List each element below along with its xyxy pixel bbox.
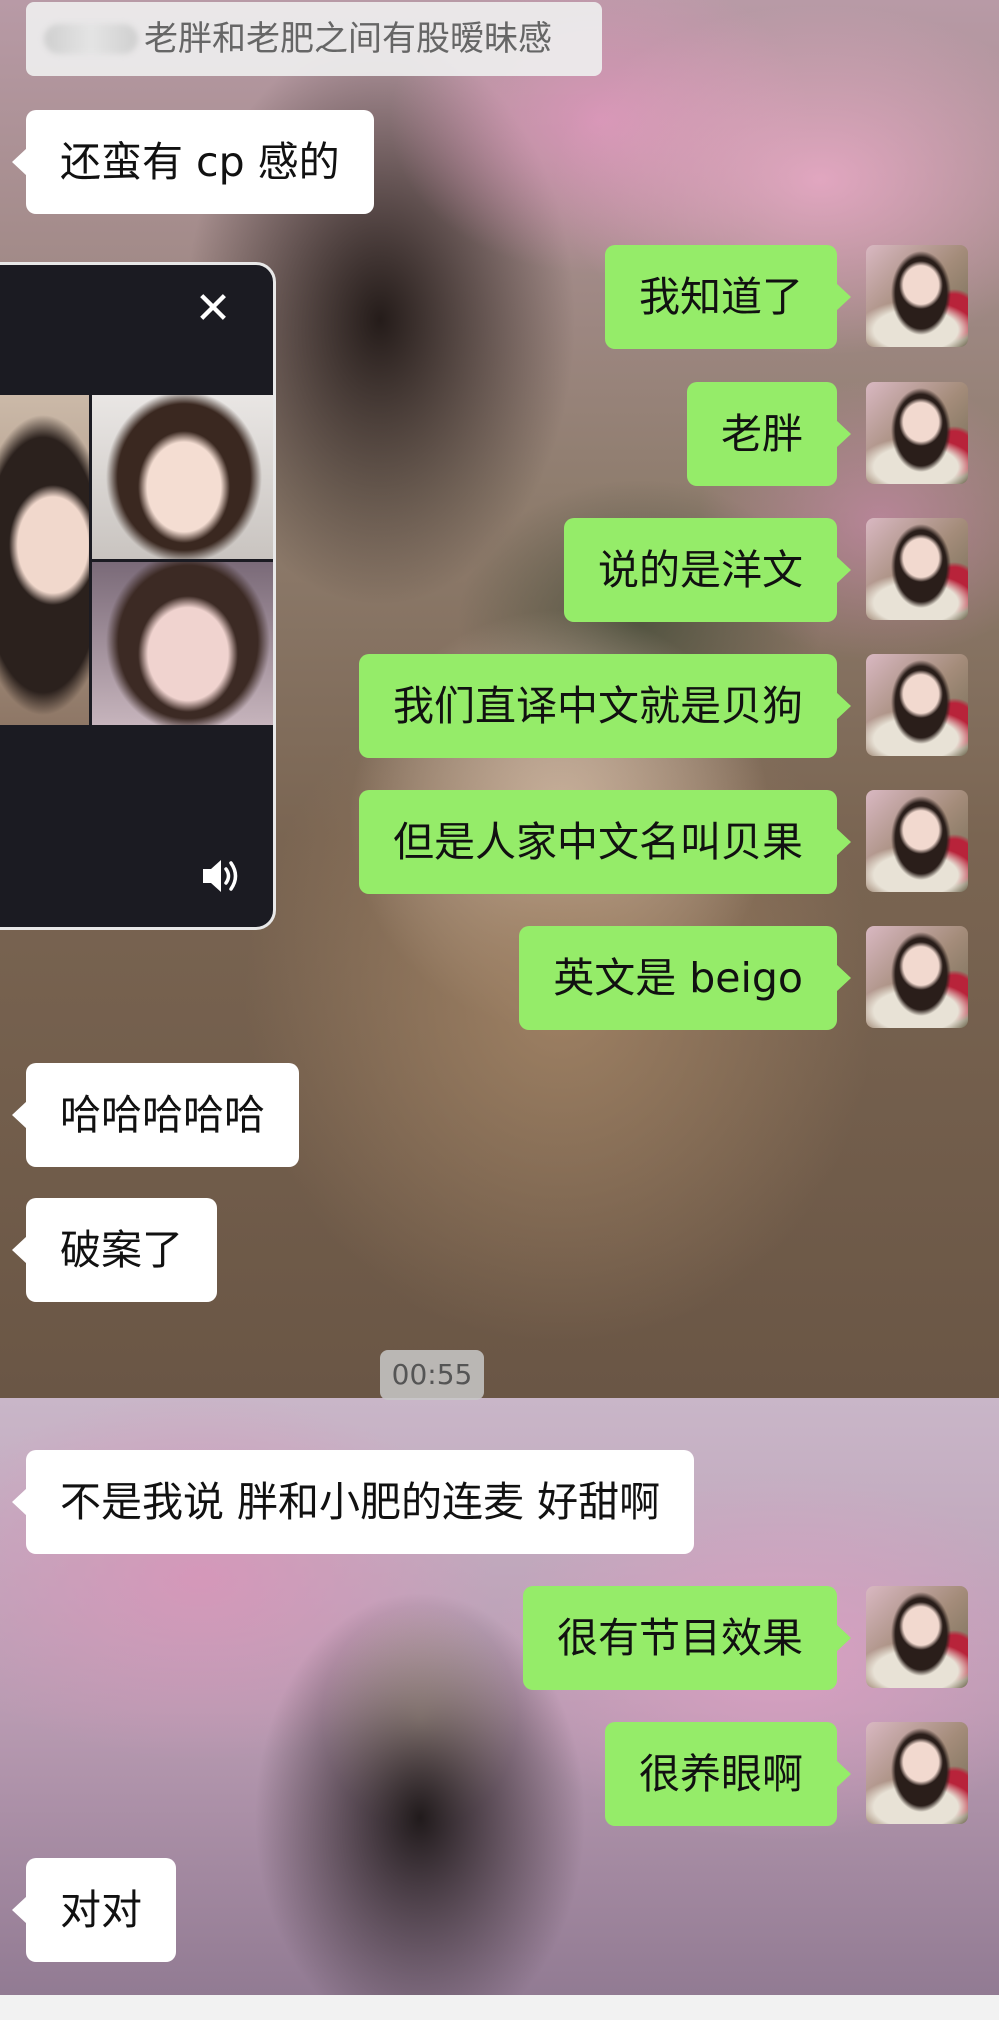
message-text: 对对 xyxy=(60,1886,142,1934)
message-bubble-left[interactable]: 对对 xyxy=(12,1858,176,1962)
participant-video-tile[interactable] xyxy=(92,395,273,559)
avatar[interactable] xyxy=(866,926,968,1028)
avatar[interactable] xyxy=(866,382,968,484)
message-text: 英文是 beigo xyxy=(553,954,803,1002)
message-bubble-right[interactable]: 很养眼啊 xyxy=(605,1722,851,1826)
message-text: 但是人家中文名叫贝果 xyxy=(393,818,803,866)
participant-video-tile[interactable] xyxy=(92,562,273,725)
avatar[interactable] xyxy=(866,1586,968,1688)
message-bubble-left[interactable]: 还蛮有 cp 感的 xyxy=(12,110,374,214)
message-bubble-left[interactable]: 破案了 xyxy=(12,1198,217,1302)
speaker-volume-icon[interactable] xyxy=(195,850,247,902)
message-bubble-right[interactable]: 我们直译中文就是贝狗 xyxy=(359,654,851,758)
message-text: 很有节目效果 xyxy=(557,1614,803,1662)
close-icon[interactable]: ✕ xyxy=(187,283,239,335)
message-text: 说的是洋文 xyxy=(598,546,803,594)
avatar[interactable] xyxy=(866,654,968,756)
message-text: 我们直译中文就是贝狗 xyxy=(393,682,803,730)
message-text: 不是我说 胖和小肥的连麦 好甜啊 xyxy=(60,1478,661,1526)
message-text: 老胖 xyxy=(721,410,803,458)
message-bubble-left[interactable]: 不是我说 胖和小肥的连麦 好甜啊 xyxy=(11,1450,695,1554)
bottom-strip xyxy=(0,1995,999,2020)
system-notice: 老胖和老肥之间有股暧昧感 xyxy=(26,2,602,76)
message-bubble-right[interactable]: 但是人家中文名叫贝果 xyxy=(359,790,851,894)
avatar[interactable] xyxy=(866,245,968,347)
avatar[interactable] xyxy=(866,790,968,892)
avatar[interactable] xyxy=(866,518,968,620)
floating-video-call-window[interactable]: ✕ xyxy=(0,262,276,930)
message-bubble-right[interactable]: 很有节目效果 xyxy=(523,1586,851,1690)
blurred-name xyxy=(44,24,138,54)
avatar[interactable] xyxy=(866,1722,968,1824)
timestamp: 00:55 xyxy=(380,1350,484,1400)
system-notice-text: 老胖和老肥之间有股暧昧感 xyxy=(144,19,552,59)
message-text: 很养眼啊 xyxy=(639,1750,803,1798)
message-bubble-right[interactable]: 老胖 xyxy=(687,382,851,486)
message-bubble-right[interactable]: 我知道了 xyxy=(605,245,851,349)
participant-video-tile[interactable] xyxy=(0,395,89,725)
message-bubble-right[interactable]: 英文是 beigo xyxy=(519,926,851,1030)
message-text: 我知道了 xyxy=(639,273,803,321)
message-text: 哈哈哈哈哈 xyxy=(60,1091,265,1139)
message-bubble-right[interactable]: 说的是洋文 xyxy=(564,518,851,622)
message-text: 还蛮有 cp 感的 xyxy=(60,138,340,186)
message-bubble-left[interactable]: 哈哈哈哈哈 xyxy=(12,1063,299,1167)
message-text: 破案了 xyxy=(60,1226,183,1274)
